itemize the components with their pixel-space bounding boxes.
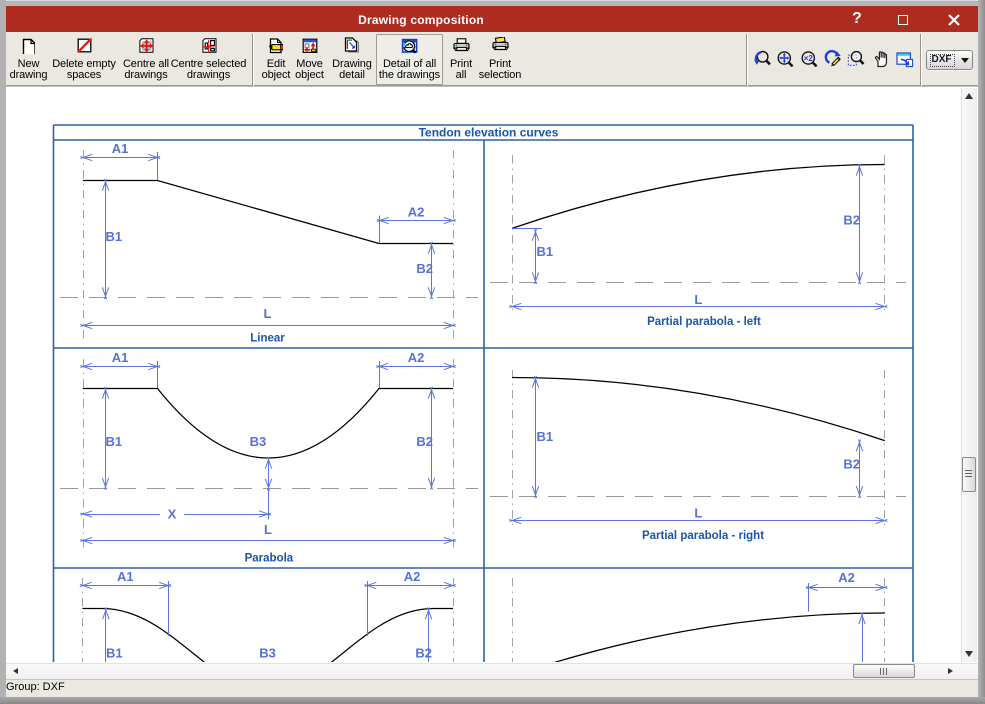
svg-text:A2: A2 (404, 569, 421, 584)
svg-text:B1: B1 (537, 429, 554, 444)
svg-text:L: L (264, 306, 272, 321)
svg-text:L: L (694, 292, 702, 307)
svg-text:B2: B2 (416, 434, 433, 449)
svg-text:Partial parabola - right: Partial parabola - right (642, 530, 764, 542)
svg-text:A2: A2 (408, 350, 425, 365)
svg-text:×2: ×2 (803, 54, 813, 63)
svg-text:Tendon elevation curves: Tendon elevation curves (419, 125, 559, 139)
svg-text:B1: B1 (106, 645, 123, 660)
svg-text:B2: B2 (843, 457, 860, 472)
svg-text:B3: B3 (250, 434, 267, 449)
svg-text:B1: B1 (106, 434, 123, 449)
svg-text:B1: B1 (106, 229, 123, 244)
svg-text:A2: A2 (838, 570, 855, 585)
svg-text:A2: A2 (408, 204, 425, 219)
svg-text:B3: B3 (259, 645, 276, 660)
svg-text:A1: A1 (112, 141, 129, 156)
svg-text:B2: B2 (415, 645, 432, 660)
svg-text:B2: B2 (416, 261, 433, 276)
svg-text:L: L (264, 522, 272, 537)
svg-text:Partial parabola - left: Partial parabola - left (647, 316, 761, 328)
svg-text:Linear: Linear (250, 333, 285, 345)
svg-text:A1: A1 (112, 350, 129, 365)
svg-text:A1: A1 (117, 569, 134, 584)
svg-text:X: X (168, 506, 177, 521)
svg-text:B2: B2 (843, 213, 860, 228)
svg-text:L: L (694, 506, 702, 521)
svg-text:B1: B1 (537, 244, 554, 259)
svg-text:Parabola: Parabola (245, 553, 294, 565)
